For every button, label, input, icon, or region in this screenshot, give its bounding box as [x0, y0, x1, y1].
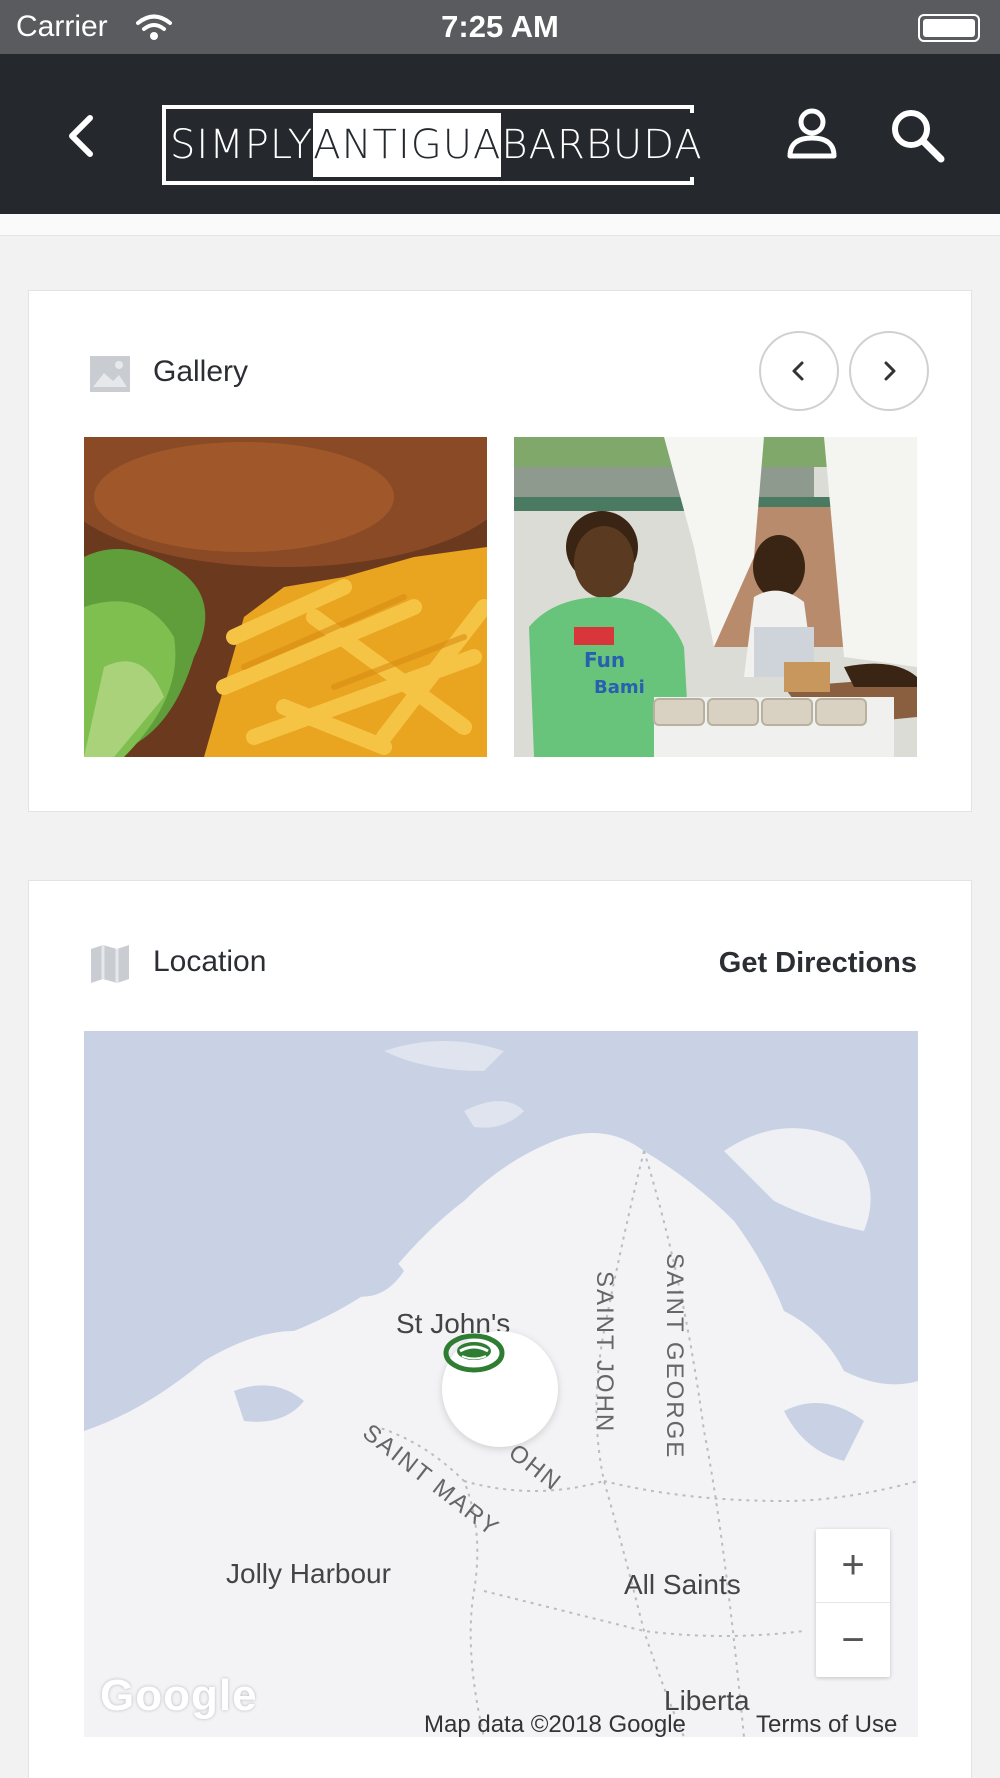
back-button[interactable] — [52, 106, 112, 166]
map-zoom-control: + − — [816, 1529, 890, 1677]
brand-logo[interactable]: SIMPLY ANTIGUA BARBUDA — [162, 105, 703, 185]
logo-word-2: ANTIGUA — [313, 113, 502, 177]
search-icon — [892, 110, 945, 163]
gallery-prev-button[interactable] — [759, 331, 839, 411]
google-logo: Google — [100, 1671, 258, 1720]
gallery-image-food[interactable] — [84, 437, 487, 757]
map-terms-link[interactable]: Terms of Use — [756, 1711, 897, 1737]
location-card: Location Get Directions St John's SAINT … — [28, 880, 972, 1778]
logo-word-1: SIMPLY — [170, 113, 314, 177]
svg-text:Bami: Bami — [594, 677, 645, 698]
location-map[interactable]: St John's SAINT JOHN SAINT GEORGE SAINT … — [84, 1031, 918, 1737]
status-bar: Carrier 7:25 AM — [0, 0, 1000, 54]
account-button[interactable] — [782, 104, 842, 164]
zoom-in-button[interactable]: + — [816, 1529, 890, 1603]
battery-icon — [918, 14, 980, 42]
user-icon — [787, 108, 837, 159]
gallery-card: Gallery Fun Bami — [28, 290, 972, 812]
map-label-saint-george: SAINT GEORGE — [661, 1253, 688, 1460]
gallery-title: Gallery — [153, 355, 249, 388]
map-label-all-saints: All Saints — [624, 1569, 741, 1600]
search-button[interactable] — [886, 104, 950, 168]
map-pin-marker[interactable] — [442, 1331, 558, 1447]
gallery-next-button[interactable] — [849, 331, 929, 411]
map-icon — [89, 943, 131, 985]
content-top-strip — [0, 214, 1000, 236]
status-time: 7:25 AM — [441, 9, 559, 44]
chevron-left-icon — [69, 115, 93, 157]
gallery-image-event[interactable]: Fun Bami — [514, 437, 917, 757]
chevron-left-icon — [792, 361, 804, 381]
food-dish-icon — [443, 1333, 505, 1373]
map-attribution: Map data ©2018 Google — [424, 1711, 686, 1737]
logo-word-3: BARBUDA — [501, 113, 703, 177]
map-label-jolly-harbour: Jolly Harbour — [226, 1558, 391, 1589]
get-directions-link[interactable]: Get Directions — [719, 947, 917, 980]
chevron-right-icon — [884, 361, 896, 381]
svg-text:Fun: Fun — [584, 648, 625, 672]
zoom-out-button[interactable]: − — [816, 1603, 890, 1677]
nav-bar: SIMPLY ANTIGUA BARBUDA — [0, 54, 1000, 214]
image-icon — [89, 353, 131, 395]
location-title: Location — [153, 945, 267, 978]
map-label-saint-john: SAINT JOHN — [591, 1271, 618, 1434]
